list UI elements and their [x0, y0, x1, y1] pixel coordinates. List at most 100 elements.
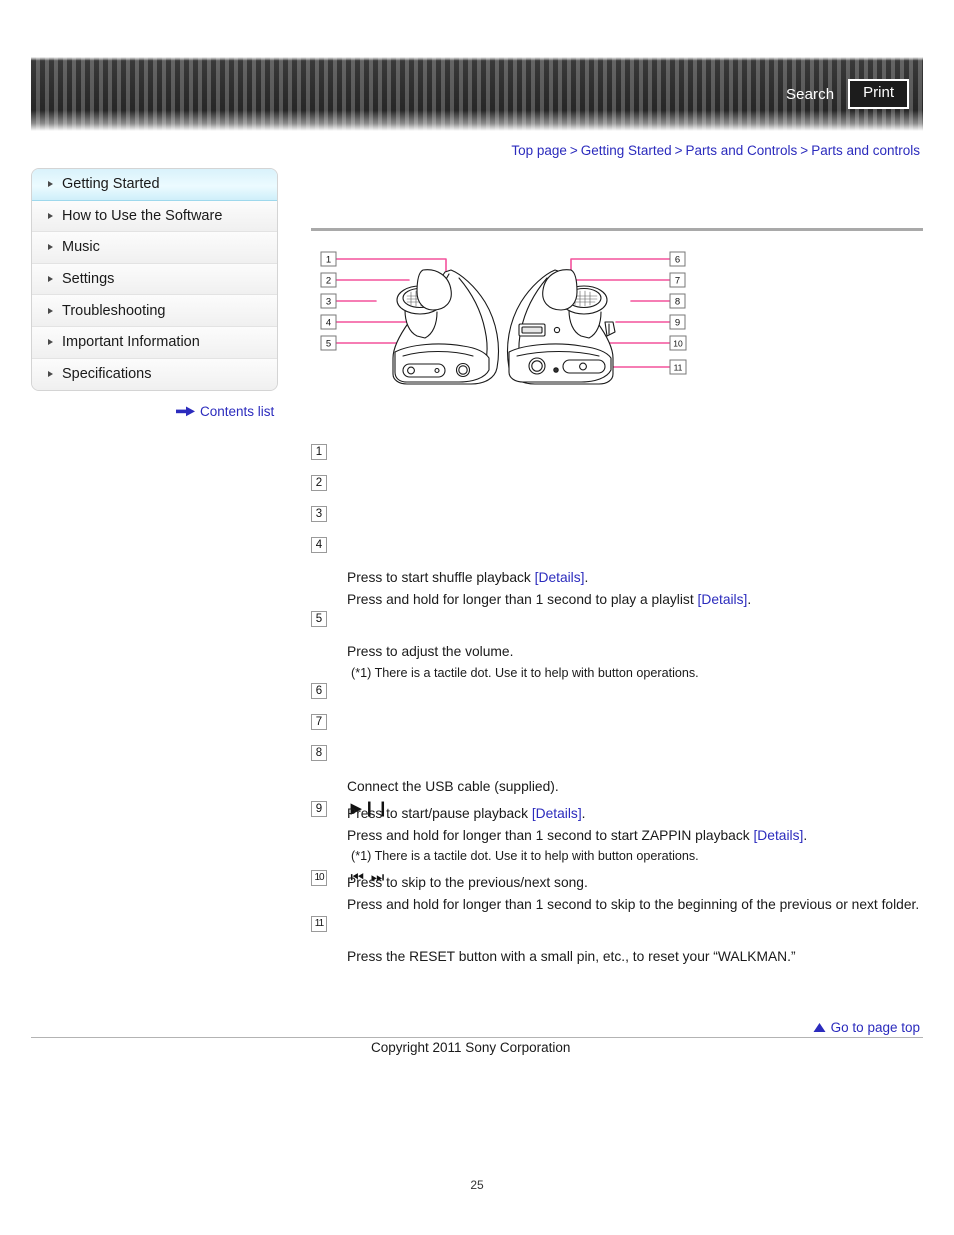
breadcrumb-item-getting-started[interactable]: Getting Started: [581, 143, 672, 158]
breadcrumb-item-top-page[interactable]: Top page: [511, 143, 567, 158]
part-5-body: Press to adjust the volume. (*1) There i…: [311, 641, 923, 683]
part-9-body: Press to start/pause playback [Details].…: [311, 797, 923, 866]
part-9-note: (*1) There is a tactile dot. Use it to h…: [351, 849, 699, 863]
footer-divider: [31, 1037, 923, 1038]
print-button[interactable]: Print: [848, 79, 909, 109]
triangle-right-icon: [48, 244, 53, 251]
sidebar-item-important-information[interactable]: Important Information: [32, 326, 277, 359]
details-link[interactable]: [Details]: [535, 570, 585, 585]
svg-text:9: 9: [675, 318, 680, 329]
part-number-badge: 5: [311, 610, 327, 627]
part-10-line-1: Press to skip to the previous/next song.: [347, 875, 588, 890]
breadcrumb: Top page > Getting Started > Parts and Contr…: [511, 143, 920, 158]
part-4-body: Press to start shuffle playback [Details…: [311, 567, 923, 610]
svg-text:10: 10: [673, 339, 683, 349]
details-link[interactable]: [Details]: [698, 592, 748, 607]
part-number-badge: 6: [311, 683, 327, 700]
sidebar-item-label: Specifications: [62, 366, 152, 383]
part-item-9: 9 ▶❙❙ Press to start/pause playback [Det…: [311, 797, 923, 866]
part-4-line-2: Press and hold for longer than 1 second …: [347, 591, 752, 607]
sidebar-item-label: Important Information: [62, 334, 200, 351]
breadcrumb-separator: >: [569, 143, 578, 158]
svg-text:11: 11: [674, 363, 683, 373]
go-to-page-top-link[interactable]: Go to page top: [813, 1020, 920, 1035]
svg-text:2: 2: [326, 276, 331, 287]
part-10-body: Press to skip to the previous/next song.…: [311, 866, 923, 915]
breadcrumb-separator: >: [674, 143, 683, 158]
part-number-5-row: 5: [311, 610, 923, 641]
triangle-right-icon: [48, 276, 53, 283]
sidebar-navigation: Getting Started How to Use the Software …: [31, 168, 278, 392]
sidebar-item-label: Settings: [62, 271, 115, 288]
part-5-note: (*1) There is a tactile dot. Use it to h…: [351, 665, 699, 680]
part-item-3: 3: [311, 505, 923, 536]
part-11-line-1: Press the RESET button with a small pin,…: [347, 949, 796, 964]
sidebar-item-label: How to Use the Software: [62, 207, 223, 224]
part-10-line-2: Press and hold for longer than 1 second …: [347, 896, 920, 912]
part-item-1: 1: [311, 443, 923, 474]
go-to-page-top-label: Go to page top: [830, 1020, 920, 1035]
part-5-line-1: Press to adjust the volume.: [347, 644, 514, 659]
part-number-badge: 11: [311, 915, 327, 932]
svg-text:6: 6: [675, 255, 680, 266]
breadcrumb-item-parts-and-controls[interactable]: Parts and Controls: [685, 143, 797, 158]
svg-text:7: 7: [675, 276, 680, 287]
svg-text:5: 5: [326, 339, 331, 350]
part-number-badge: 4: [311, 536, 327, 553]
part-number-1-row: 1: [311, 443, 923, 474]
part-4-line-1: Press to start shuffle playback [Details…: [347, 570, 589, 585]
part-8-line-1: Connect the USB cable (supplied).: [347, 778, 559, 794]
part-number-badge: 2: [311, 474, 327, 491]
svg-text:3: 3: [326, 297, 331, 308]
part-number-4-row: 4: [311, 536, 923, 567]
part-number-badge: 3: [311, 505, 327, 522]
part-number-badge: 10: [311, 869, 327, 886]
part-8-body: Connect the USB cable (supplied).: [311, 776, 923, 798]
sidebar-item-specifications[interactable]: Specifications: [32, 358, 277, 391]
svg-text:1: 1: [326, 255, 331, 266]
svg-text:4: 4: [326, 318, 331, 329]
part-number-2-row: 2: [311, 474, 923, 505]
part-item-5: 5 Press to adjust the volume. (*1) There…: [311, 610, 923, 683]
content-top-divider: [311, 228, 923, 231]
part-item-6: 6: [311, 683, 923, 714]
sidebar-item-label: Getting Started: [62, 176, 160, 193]
svg-text:8: 8: [675, 297, 680, 308]
main-content: 1 2 3 4 5 6 7 8 9 10 11 1 2 3 4 Press to…: [311, 228, 923, 968]
sidebar-item-getting-started[interactable]: Getting Started: [32, 169, 277, 201]
part-item-10: 10 ⏮ ⏭ Press to skip to the previous/nex…: [311, 866, 923, 915]
triangle-right-icon: [48, 307, 53, 314]
sidebar-item-label: Troubleshooting: [62, 302, 166, 319]
sidebar-item-troubleshooting[interactable]: Troubleshooting: [32, 295, 277, 327]
triangle-right-icon: [48, 371, 53, 378]
sidebar-item-settings[interactable]: Settings: [32, 263, 277, 296]
triangle-right-icon: [48, 212, 53, 219]
part-item-7: 7: [311, 714, 923, 745]
part-item-4: 4 Press to start shuffle playback [Detai…: [311, 536, 923, 610]
site-header-banner: Search Print: [31, 57, 923, 131]
triangle-up-icon: [813, 1023, 826, 1032]
details-link[interactable]: [Details]: [532, 806, 582, 821]
sidebar-item-label: Music: [62, 239, 100, 256]
part-number-11-row: 11: [311, 915, 923, 946]
part-item-2: 2: [311, 474, 923, 505]
part-11-body: Press the RESET button with a small pin,…: [311, 946, 923, 968]
part-9-line-1: Press to start/pause playback [Details].: [347, 806, 586, 821]
details-link[interactable]: [Details]: [753, 828, 803, 843]
sidebar-item-how-to-use-the-software[interactable]: How to Use the Software: [32, 200, 277, 233]
arrow-right-icon: [176, 406, 195, 417]
breadcrumb-item-current[interactable]: Parts and controls: [811, 143, 920, 158]
triangle-right-icon: [48, 181, 53, 188]
breadcrumb-separator: >: [800, 143, 809, 158]
walkman-parts-and-controls-diagram: 1 2 3 4 5 6 7 8 9 10 11: [320, 251, 687, 385]
part-item-11: 11 Press the RESET button with a small p…: [311, 915, 923, 968]
search-link[interactable]: Search: [786, 86, 834, 103]
contents-list-link[interactable]: Contents list: [176, 404, 274, 419]
sidebar-item-music[interactable]: Music: [32, 232, 277, 264]
part-number-7-row: 7: [311, 714, 923, 745]
part-9-line-2: Press and hold for longer than 1 second …: [347, 827, 808, 843]
part-item-8: 8 Connect the USB cable (supplied).: [311, 745, 923, 798]
part-number-badge: 8: [311, 745, 327, 762]
part-number-3-row: 3: [311, 505, 923, 536]
part-number-badge: 1: [311, 443, 327, 460]
